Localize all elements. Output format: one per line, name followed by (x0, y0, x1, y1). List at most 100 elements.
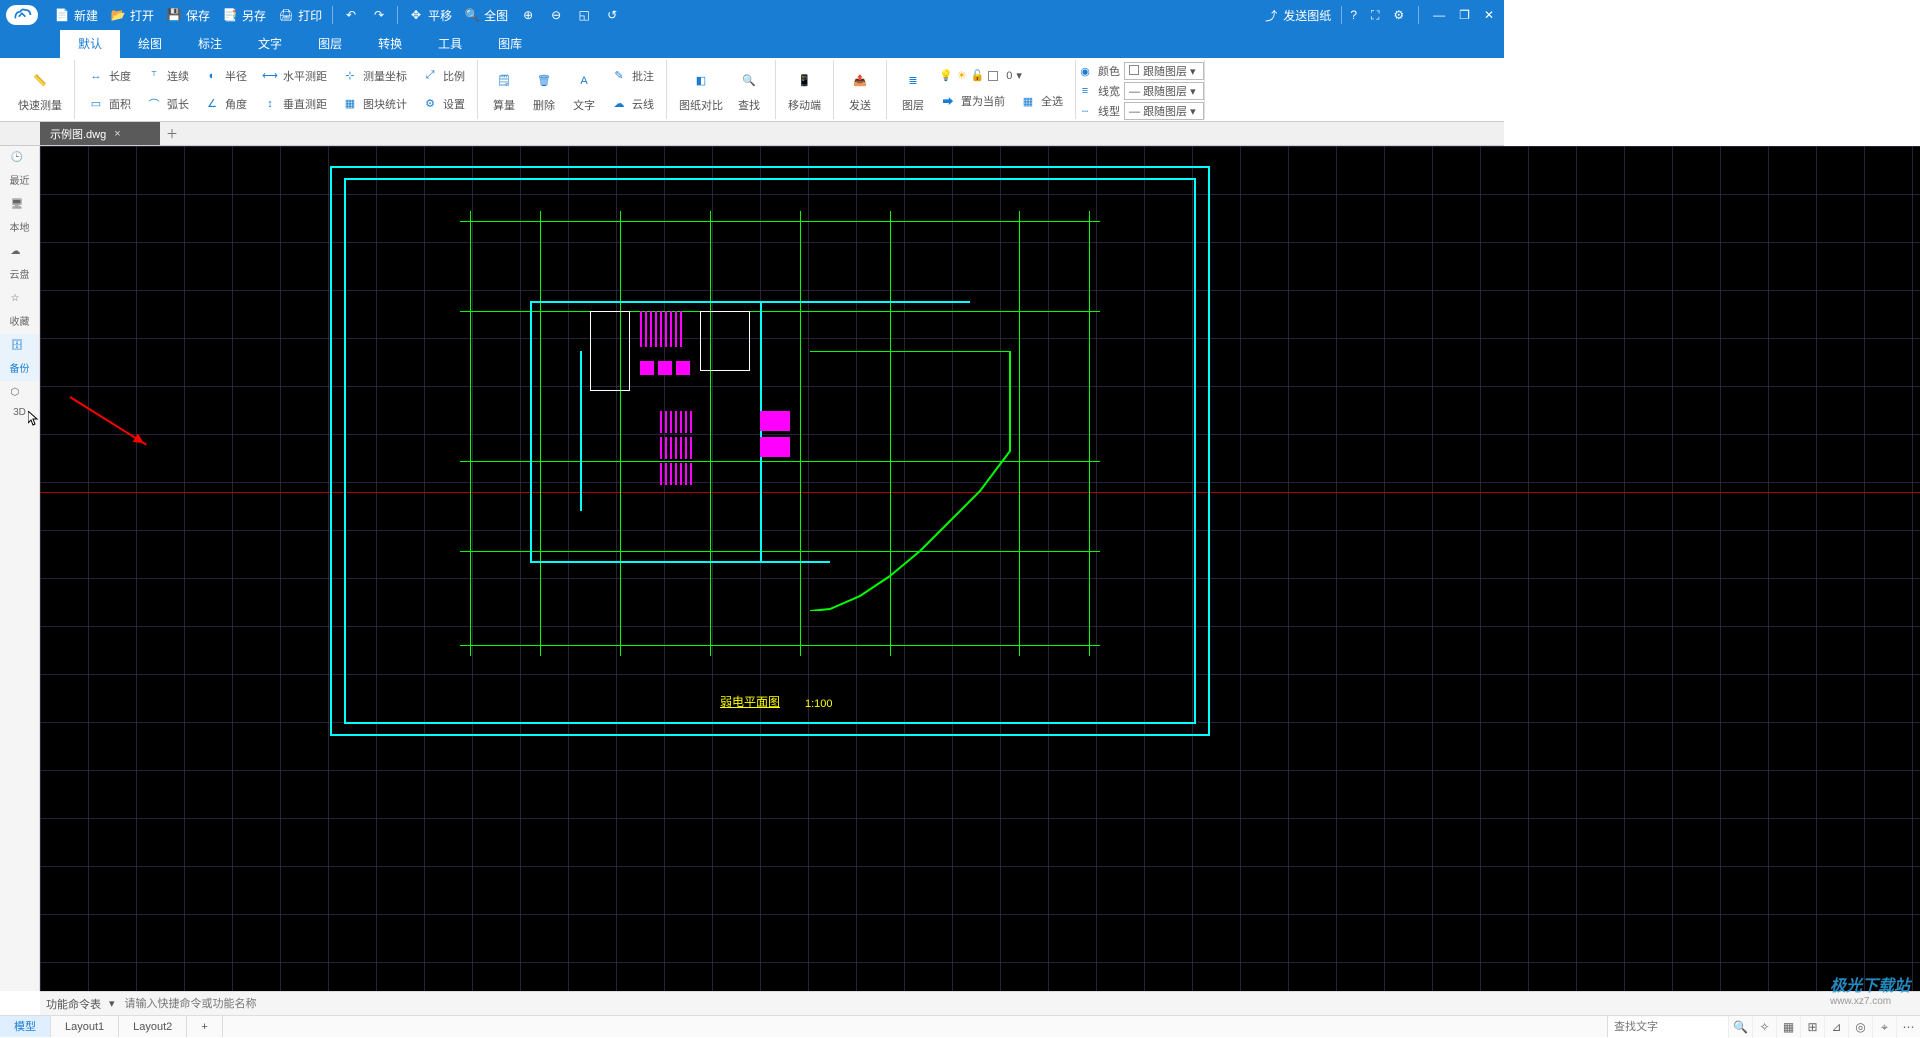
area-button[interactable]: ▭面积 (81, 91, 137, 117)
app-logo (6, 5, 38, 25)
annotate-button[interactable]: ✎批注 (604, 63, 660, 89)
status-ortho-button[interactable]: ⊞ (1800, 1016, 1824, 1038)
redo-icon: ↷ (371, 7, 387, 23)
send-drawing-button[interactable]: ⤴发送图纸 (1257, 0, 1337, 30)
coord-button[interactable]: ⊹测量坐标 (335, 63, 413, 89)
annotate-icon: ✎ (610, 67, 628, 85)
tab-library[interactable]: 图库 (480, 30, 540, 58)
setcurrent-button[interactable]: ⮕置为当前 (933, 88, 1011, 114)
command-toggle[interactable]: ▾ (109, 997, 115, 1010)
save-button[interactable]: 💾保存 (160, 0, 216, 30)
tab-tools[interactable]: 工具 (420, 30, 480, 58)
linetype-select[interactable]: — 跟随图层 ▾ (1124, 102, 1204, 120)
vdist-button[interactable]: ↕垂直测距 (255, 91, 333, 117)
status-compass-button[interactable]: ◎ (1848, 1016, 1872, 1038)
mobile-button[interactable]: 📱移动端 (782, 65, 827, 115)
command-label: 功能命令表 (46, 996, 101, 1012)
lineweight-select[interactable]: — 跟随图层 ▾ (1124, 82, 1204, 100)
zoom-window-button[interactable]: ◱ (570, 0, 598, 30)
minimize-button[interactable]: — (1429, 8, 1449, 22)
search-input[interactable] (1608, 1017, 1728, 1037)
status-more-button[interactable]: ⋯ (1896, 1016, 1920, 1038)
settings-button[interactable]: ⚙ (1389, 8, 1408, 22)
radius-icon: ◐ (203, 67, 221, 85)
calculator-icon: 🗒 (490, 67, 518, 95)
tab-text[interactable]: 文字 (240, 30, 300, 58)
cloud-button[interactable]: ☁云线 (604, 91, 660, 117)
layer-state-button[interactable]: 💡☀🔓 0 ▾ (933, 65, 1028, 86)
lineweight-icon: ≡ (1076, 82, 1094, 100)
add-layout-button[interactable]: + (187, 1016, 222, 1037)
chevron-down-icon: ▾ (1016, 69, 1022, 82)
layout-tab-2[interactable]: Layout2 (119, 1016, 187, 1037)
selectall-icon: ▦ (1019, 92, 1037, 110)
hdist-button[interactable]: ⟷水平测距 (255, 63, 333, 89)
help-button[interactable]: ? (1346, 8, 1361, 22)
maximize-button[interactable]: ❐ (1455, 8, 1474, 22)
layout-tab-1[interactable]: Layout1 (51, 1016, 119, 1037)
zoom-full-button[interactable]: 🔍全图 (458, 0, 514, 30)
sidebar-favorite[interactable]: ☆收藏 (0, 287, 39, 334)
angle-button[interactable]: ∠角度 (197, 91, 253, 117)
fullscreen-button[interactable]: ⛶ (1367, 8, 1383, 23)
sum-button[interactable]: 🗒算量 (484, 65, 524, 115)
length-button[interactable]: ↔长度 (81, 63, 137, 89)
tab-default[interactable]: 默认 (60, 30, 120, 58)
tab-layer[interactable]: 图层 (300, 30, 360, 58)
length-icon: ↔ (87, 67, 105, 85)
tab-convert[interactable]: 转换 (360, 30, 420, 58)
continuous-button[interactable]: ⸆连续 (139, 63, 195, 89)
sidebar-recent[interactable]: 🕒最近 (0, 146, 39, 193)
zoom-prev-button[interactable]: ↺ (598, 0, 626, 30)
search-icon: 🔍 (735, 67, 763, 95)
saveas-button[interactable]: 📑另存 (216, 0, 272, 30)
tab-draw[interactable]: 绘图 (120, 30, 180, 58)
send-button[interactable]: 📤发送 (840, 65, 880, 115)
ribbon-settings-button[interactable]: ⚙设置 (415, 91, 471, 117)
sidebar-cloud[interactable]: ☁云盘 (0, 240, 39, 287)
layout-tab-model[interactable]: 模型 (0, 1016, 51, 1037)
delete-button[interactable]: 🗑删除 (524, 65, 564, 115)
status-locate-button[interactable]: ⌖ (1872, 1016, 1896, 1038)
search-button[interactable]: 🔍 (1728, 1016, 1752, 1038)
color-select[interactable]: 跟随图层 ▾ (1124, 62, 1204, 80)
quick-measure-button[interactable]: 📏快速测量 (12, 65, 68, 115)
radius-button[interactable]: ◐半径 (197, 63, 253, 89)
command-input[interactable] (123, 996, 423, 1012)
menu-tabs: 默认 绘图 标注 文字 图层 转换 工具 图库 (0, 30, 1504, 58)
redo-button[interactable]: ↷ (365, 0, 393, 30)
zoom-window-icon: ◱ (576, 7, 592, 23)
add-tab-button[interactable]: ＋ (160, 122, 184, 145)
color-icon: ◉ (1076, 62, 1094, 80)
scale-button[interactable]: ⤢比例 (415, 63, 471, 89)
blockstat-button[interactable]: ▦图块统计 (335, 91, 413, 117)
drawing-canvas[interactable]: 弱电平面图 1:100 (40, 146, 1920, 991)
continuous-icon: ⸆ (145, 67, 163, 85)
close-tab-button[interactable]: × (114, 128, 120, 140)
print-button[interactable]: 🖨打印 (272, 0, 328, 30)
new-button[interactable]: 📄新建 (48, 0, 104, 30)
compare-button[interactable]: ◧图纸对比 (673, 65, 729, 115)
zoom-extents-icon: 🔍 (464, 7, 480, 23)
open-button[interactable]: 📂打开 (104, 0, 160, 30)
text-button[interactable]: A文字 (564, 65, 604, 115)
sidebar-3d[interactable]: ⬡3D (0, 381, 39, 424)
zoom-in-icon: ⊕ (520, 7, 536, 23)
pan-button[interactable]: ✥平移 (402, 0, 458, 30)
arc-button[interactable]: ⌒弧长 (139, 91, 195, 117)
tab-annotate[interactable]: 标注 (180, 30, 240, 58)
zoom-in-button[interactable]: ⊕ (514, 0, 542, 30)
close-button[interactable]: ✕ (1480, 8, 1498, 22)
status-polar-button[interactable]: ⊿ (1824, 1016, 1848, 1038)
undo-button[interactable]: ↶ (337, 0, 365, 30)
selectall-button[interactable]: ▦全选 (1013, 88, 1069, 114)
status-snap-button[interactable]: ✧ (1752, 1016, 1776, 1038)
status-grid-button[interactable]: ▦ (1776, 1016, 1800, 1038)
sidebar-local[interactable]: 🖥本地 (0, 193, 39, 240)
layer-button[interactable]: ≣图层 (893, 65, 933, 115)
zoom-out-button[interactable]: ⊖ (542, 0, 570, 30)
find-button[interactable]: 🔍查找 (729, 65, 769, 115)
sidebar-backup[interactable]: 🗄备份 (0, 334, 39, 381)
zoom-out-icon: ⊖ (548, 7, 564, 23)
document-tab[interactable]: 示例图.dwg × (40, 122, 160, 145)
